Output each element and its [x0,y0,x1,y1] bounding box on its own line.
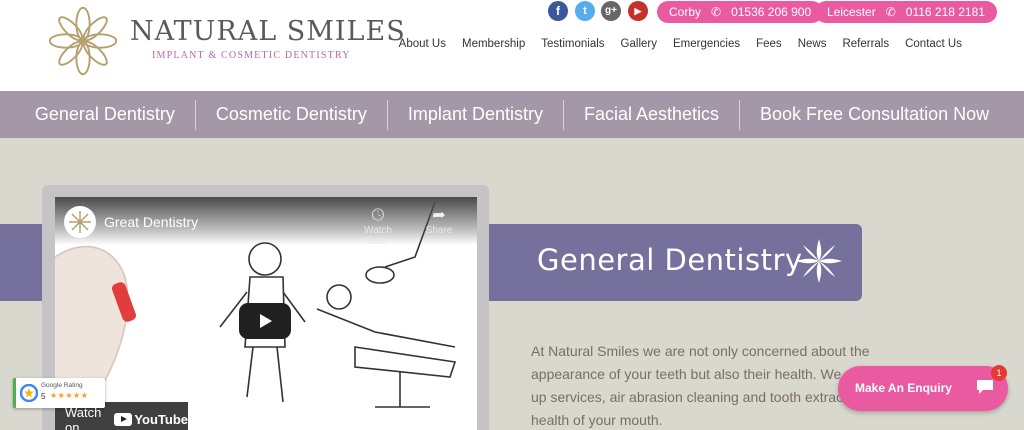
share-label: Share [425,225,453,236]
youtube-logo-text: YouTube [134,412,188,427]
twitter-icon[interactable]: t [575,1,595,21]
youtube-logo: YouTube [114,412,188,427]
nav-fees[interactable]: Fees [756,38,782,50]
google-rating-label: Google Rating [41,382,83,389]
phone-pill-leicester[interactable]: Leicester ✆ 0116 218 2181 [815,1,997,23]
nav-membership[interactable]: Membership [462,38,525,50]
make-enquiry-button[interactable]: Make An Enquiry [838,366,1008,411]
google-rating-score: 5 [41,392,46,401]
logo-flower-icon[interactable] [44,3,122,79]
site-header: NATURAL SMILES IMPLANT & COSMETIC DENTIS… [0,0,1024,91]
share-arrow-icon: ➦ [432,207,446,224]
brand-name[interactable]: NATURAL SMILES [130,16,406,47]
chat-bubble-icon [977,380,993,394]
phone-icon: ✆ [885,5,896,19]
phone-icon: ✆ [711,5,722,19]
google-plus-icon[interactable]: g+ [601,1,621,21]
nav-contact-us[interactable]: Contact Us [905,38,962,50]
youtube-icon[interactable]: ▶ [628,1,648,21]
facebook-icon[interactable]: f [548,1,568,21]
brand-tagline: IMPLANT & COSMETIC DENTISTRY [152,50,351,61]
play-button-icon[interactable] [239,303,291,339]
google-rating-stars: ★★★★★ [50,391,89,400]
nav-gallery[interactable]: Gallery [621,38,657,50]
phone-location: Leicester [827,5,876,19]
nav-testimonials[interactable]: Testimonials [541,38,604,50]
main-nav-implant-dentistry[interactable]: Implant Dentistry [388,104,563,125]
top-nav: About Us Membership Testimonials Gallery… [399,38,962,50]
phone-number: 0116 218 2181 [905,5,985,19]
channel-avatar[interactable] [64,206,96,238]
phone-number: 01536 206 900 [731,5,812,19]
google-rating-badge[interactable]: Google Rating 5 ★★★★★ [13,378,105,408]
watch-later-label: Watch later [364,225,392,247]
page-title: General Dentistry [537,243,803,277]
main-nav-book-consultation[interactable]: Book Free Consultation Now [740,104,1009,125]
watch-on-label: Watch on [65,404,102,430]
main-nav-general-dentistry[interactable]: General Dentistry [15,104,195,125]
phone-location: Corby [669,5,702,19]
phone-pill-corby[interactable]: Corby ✆ 01536 206 900 [657,1,824,23]
nav-news[interactable]: News [798,38,827,50]
main-nav-cosmetic-dentistry[interactable]: Cosmetic Dentistry [196,104,387,125]
watch-later-button[interactable]: 🕓︎ Watch later [358,207,398,247]
nav-about-us[interactable]: About Us [399,38,446,50]
nav-emergencies[interactable]: Emergencies [673,38,740,50]
main-nav: General Dentistry Cosmetic Dentistry Imp… [0,91,1024,138]
video-player[interactable]: Great Dentistry 🕓︎ Watch later ➦ Share W… [55,197,477,430]
google-rating-icon [20,384,38,402]
share-button[interactable]: ➦ Share [419,207,459,236]
nav-referrals[interactable]: Referrals [842,38,889,50]
main-nav-facial-aesthetics[interactable]: Facial Aesthetics [564,104,739,125]
video-title[interactable]: Great Dentistry [104,214,198,230]
enquiry-label: Make An Enquiry [855,381,952,395]
starburst-icon [796,239,842,283]
notification-badge: 1 [991,365,1007,381]
clock-icon: 🕓︎ [371,207,385,224]
